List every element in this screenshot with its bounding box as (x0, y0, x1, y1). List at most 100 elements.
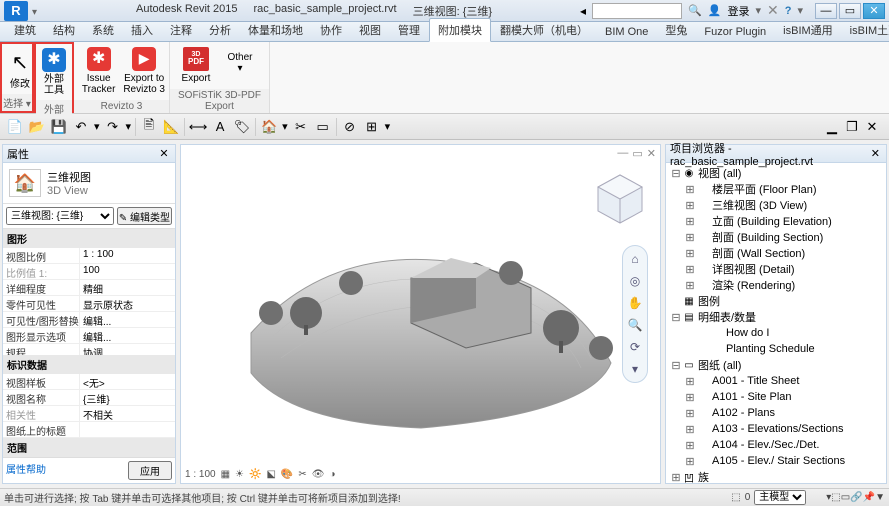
tree-item[interactable]: ⊞详图视图 (Detail) (668, 261, 884, 277)
tree-item[interactable]: ⊞A105 - Elev./ Stair Sections (668, 453, 884, 469)
tab-1[interactable]: 结构 (45, 19, 83, 41)
vp-hide-icon[interactable]: 👁 (312, 469, 325, 480)
twisty-icon[interactable]: ⊞ (684, 423, 696, 436)
twisty-icon[interactable]: ⊟ (670, 359, 682, 372)
category-range[interactable]: 范围 (3, 438, 175, 457)
tab-2[interactable]: 系统 (84, 19, 122, 41)
twisty-icon[interactable]: ⊞ (670, 471, 682, 484)
tree-item[interactable]: ⊞立面 (Building Elevation) (668, 213, 884, 229)
qat-print-icon[interactable]: 🖹 (140, 118, 158, 136)
login-icon[interactable]: 👤 (708, 4, 722, 17)
view-type-icon[interactable]: 🏠 (9, 169, 41, 197)
nav-wheel-icon[interactable]: ◎ (626, 272, 644, 290)
vp-scale[interactable]: 1 : 100 (185, 469, 216, 480)
twisty-icon[interactable]: ⊞ (684, 263, 696, 276)
edit-type-button[interactable]: ✎ 编辑类型 (117, 207, 172, 225)
sel-filter-icon[interactable]: ▼ (875, 492, 885, 503)
tab-3[interactable]: 插入 (123, 19, 161, 41)
tab-0[interactable]: 建筑 (6, 19, 44, 41)
tree-item[interactable]: ⊞剖面 (Building Section) (668, 229, 884, 245)
vp-close-icon[interactable]: ✕ (647, 147, 656, 160)
property-row[interactable]: 规程协调 (3, 344, 175, 355)
close-icon[interactable]: ✕ (157, 147, 171, 161)
category-ident[interactable]: 标识数据 (3, 355, 175, 374)
property-row[interactable]: 比例值 1:100 (3, 264, 175, 280)
tree-item[interactable]: ⊞A101 - Site Plan (668, 389, 884, 405)
vp-style-icon[interactable]: ☀ (235, 469, 244, 480)
qat-text-icon[interactable]: A (211, 118, 229, 136)
nav-zoom-icon[interactable]: 🔍 (626, 316, 644, 334)
tab-9[interactable]: 管理 (390, 19, 428, 41)
property-row[interactable]: 零件可见性显示原状态 (3, 296, 175, 312)
navigation-bar[interactable]: ⌂ ◎ ✋ 🔍 ⟳ ▾ (622, 245, 648, 383)
close-button[interactable]: ✕ (863, 3, 885, 19)
property-row[interactable]: 图形显示选项编辑... (3, 328, 175, 344)
tab-7[interactable]: 协作 (312, 19, 350, 41)
modify-button[interactable]: ↖修改 (4, 46, 36, 92)
model-selector[interactable]: 主模型 (754, 490, 806, 505)
twisty-icon[interactable]: ⊞ (684, 279, 696, 292)
tree-item[interactable]: ⊞A001 - Title Sheet (668, 373, 884, 389)
twisty-icon[interactable]: ⊞ (684, 455, 696, 468)
tree-item[interactable]: ⊞渲染 (Rendering) (668, 277, 884, 293)
vp-detail-icon[interactable]: ▦ (221, 469, 230, 480)
tab-12[interactable]: BIM One (597, 23, 656, 41)
vp-shadow-icon[interactable]: ⬕ (266, 469, 275, 480)
qat-undo-icon[interactable]: ↶ (72, 118, 90, 136)
tab-15[interactable]: isBIM通用 (775, 19, 841, 41)
twisty-icon[interactable]: ⊞ (684, 231, 696, 244)
vp-reveal-icon[interactable]: ◑ (329, 469, 335, 480)
sel-link-icon[interactable]: 🔗 (850, 492, 862, 503)
login-label[interactable]: 登录 (727, 3, 749, 19)
twisty-icon[interactable]: ⊞ (684, 407, 696, 420)
twisty-icon[interactable]: ⊟ (670, 167, 682, 180)
tree-item[interactable]: ⊞三维视图 (3D View) (668, 197, 884, 213)
qat-redo-icon[interactable]: ↷ (104, 118, 122, 136)
property-row[interactable]: 视图比例1 : 100 (3, 248, 175, 264)
tree-item[interactable]: Planting Schedule (668, 341, 884, 357)
qat-close-icon[interactable]: ⊘ (341, 118, 359, 136)
qat-open-icon[interactable]: 📂 (28, 118, 46, 136)
property-row[interactable]: 视图样板<无> (3, 374, 175, 390)
tab-4[interactable]: 注释 (162, 19, 200, 41)
sel-drag-icon[interactable]: ⬚ (831, 492, 840, 503)
minimize-button[interactable]: — (815, 3, 837, 19)
tree-item[interactable]: ⊟◉视图 (all) (668, 165, 884, 181)
nav-expand-icon[interactable]: ▾ (626, 360, 644, 378)
twisty-icon[interactable]: ⊞ (684, 375, 696, 388)
property-row[interactable]: 相关性不相关 (3, 406, 175, 422)
search-input[interactable] (592, 3, 682, 19)
property-row[interactable]: 详细程度精细 (3, 280, 175, 296)
search-icon[interactable]: 🔍 (688, 4, 702, 17)
info-left-icon[interactable]: ◂ (580, 4, 586, 18)
qat-thin-icon[interactable]: ▭ (314, 118, 332, 136)
instance-selector[interactable]: 三维视图: {三维} (6, 207, 114, 225)
export-revizto-button[interactable]: ▶Export to Revizto 3 (121, 44, 167, 98)
pdf-export-button[interactable]: 3DPDFExport (172, 44, 220, 87)
tree-item[interactable]: ▦图例 (668, 293, 884, 309)
qat-section-icon[interactable]: ✂ (292, 118, 310, 136)
nav-orbit-icon[interactable]: ⟳ (626, 338, 644, 356)
tab-16[interactable]: isBIM土建 (842, 19, 889, 41)
twisty-icon[interactable]: ⊞ (684, 199, 696, 212)
sel-pin-icon[interactable]: 📌 (863, 492, 875, 503)
doc-close-icon[interactable]: ✕ (863, 118, 881, 136)
app-icon[interactable]: R (4, 1, 28, 21)
tree-item[interactable]: ⊟▤明细表/数量 (668, 309, 884, 325)
tab-11[interactable]: 翻模大师（机电） (492, 19, 596, 41)
qat-dim-icon[interactable]: ⟷ (189, 118, 207, 136)
twisty-icon[interactable]: ⊞ (684, 391, 696, 404)
twisty-icon[interactable]: ⊟ (670, 311, 682, 324)
twisty-icon[interactable]: ⊞ (684, 215, 696, 228)
tree-item[interactable]: ⊞凹族 (668, 469, 884, 483)
doc-minimize-icon[interactable]: ▁ (823, 118, 841, 136)
model-view[interactable] (211, 183, 631, 443)
tree-item[interactable]: ⊞楼层平面 (Floor Plan) (668, 181, 884, 197)
tree-item[interactable]: ⊞A104 - Elev./Sec./Det. (668, 437, 884, 453)
vp-minimize-icon[interactable]: — (617, 147, 628, 159)
external-tools-button[interactable]: ✱外部 工具 (38, 46, 70, 98)
twisty-icon[interactable]: ⊞ (684, 439, 696, 452)
nav-pan-icon[interactable]: ✋ (626, 294, 644, 312)
nav-home-icon[interactable]: ⌂ (626, 250, 644, 268)
property-help-link[interactable]: 属性帮助 (6, 461, 128, 480)
